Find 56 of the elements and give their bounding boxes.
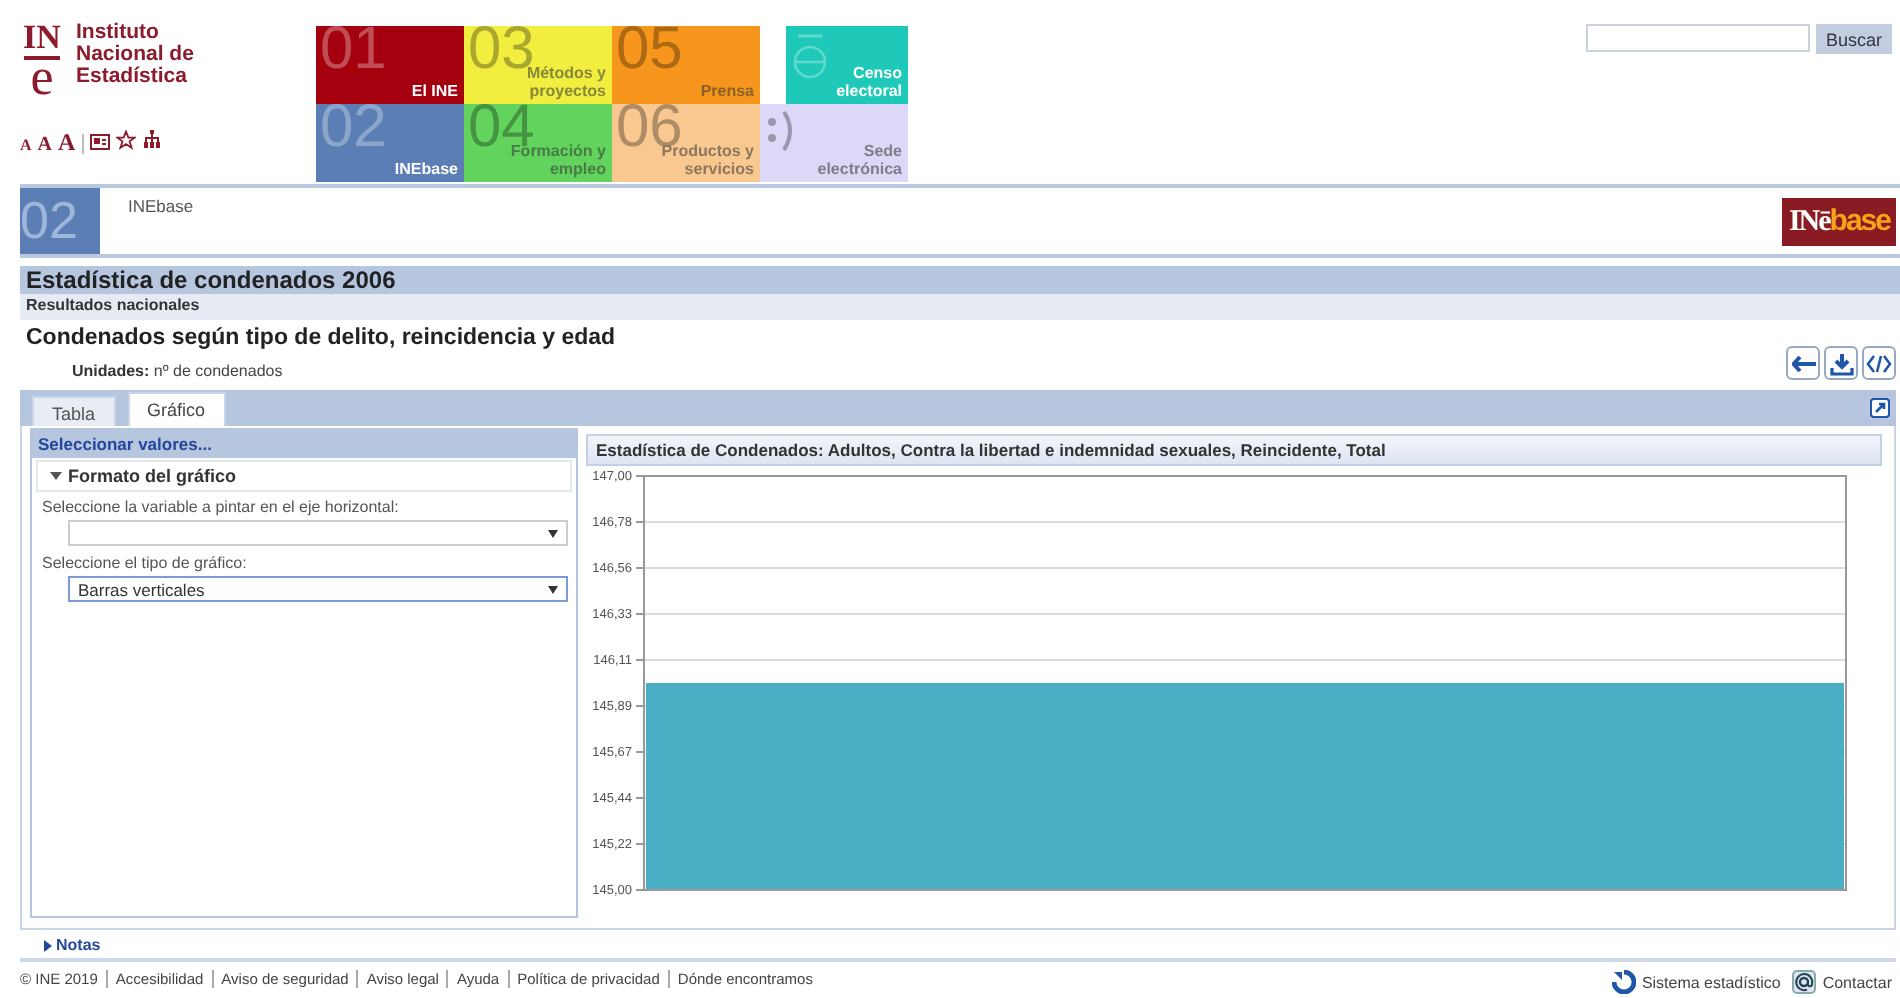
table-title: Condenados según tipo de delito, reincidencia y edad	[24, 324, 618, 352]
circle-arrow-icon[interactable]	[1611, 970, 1636, 994]
caret-down-icon	[50, 470, 62, 482]
tick-mark	[635, 521, 645, 523]
text-size-button[interactable]: A	[37, 134, 53, 156]
tick-mark	[635, 613, 645, 615]
download-button[interactable]	[1824, 346, 1858, 380]
smiley-icon	[766, 108, 798, 156]
dropdown-arrow-icon	[548, 529, 558, 537]
section-label: INEbase	[126, 194, 194, 220]
notes-link[interactable]: Notas	[56, 936, 101, 954]
contact-card-icon[interactable]	[89, 134, 110, 150]
footer-link[interactable]: Contactar	[1822, 973, 1892, 991]
dropdown-arrow-icon	[548, 585, 558, 593]
chart-title: Estadística de Condenados: Adultos, Contra la libertad e indemnidad sexuales, Reincidente, Total	[586, 434, 1882, 466]
text-size-button[interactable]: A	[58, 128, 76, 158]
tab[interactable]: Gráfico	[127, 392, 226, 426]
download-icon	[1829, 351, 1853, 375]
nav-tile[interactable]: 01 El INE	[316, 26, 464, 104]
tile-number: 05	[616, 26, 683, 80]
left-arrow-icon	[1791, 355, 1815, 371]
dropdown[interactable]: Barras verticales	[68, 576, 568, 602]
search-field[interactable]	[1585, 24, 1810, 52]
caret-right-icon	[44, 939, 52, 951]
section-toggle[interactable]: Formato del gráfico	[36, 460, 572, 492]
page-subtitle: Resultados nacionales	[20, 294, 1900, 320]
page-title: Estadística de condenados 2006	[20, 266, 1900, 294]
panel-header: Seleccionar valores...	[32, 430, 576, 458]
field-label: Seleccione el tipo de gráfico:	[42, 554, 249, 572]
tick-mark	[635, 659, 645, 661]
sitemap-icon[interactable]	[141, 130, 162, 150]
back-button[interactable]	[1786, 346, 1820, 380]
tick-mark	[635, 751, 645, 753]
code-brackets-icon	[1866, 353, 1892, 373]
at-sign-icon[interactable]	[1792, 970, 1817, 994]
inebase-logo[interactable]: INēbase	[1782, 197, 1896, 245]
external-link-icon[interactable]	[1870, 398, 1890, 418]
text-size-button[interactable]: A	[20, 136, 32, 154]
search-button[interactable]: Buscar	[1815, 24, 1892, 54]
embed-code-button[interactable]	[1862, 346, 1896, 380]
e-letter-icon	[792, 30, 828, 82]
units-text: Unidades: nº de condenados	[72, 362, 285, 380]
institute-name: Instituto Nacional de Estadística	[76, 22, 194, 92]
section-number: 02	[20, 188, 100, 254]
star-icon[interactable]	[115, 130, 136, 150]
tick-mark	[635, 797, 645, 799]
tick-mark	[635, 567, 645, 569]
tick-mark	[635, 843, 645, 845]
logo-letters: IN	[23, 20, 61, 60]
field-label: Seleccione la variable a pintar en el eje horizontal:	[42, 498, 401, 516]
tick-mark	[635, 889, 645, 891]
tile-number: 01	[320, 26, 387, 80]
tick-mark	[635, 705, 645, 707]
tab[interactable]: Tabla	[32, 396, 116, 426]
footer-link[interactable]: Sistema estadístico	[1641, 973, 1781, 991]
tick-mark	[635, 475, 645, 477]
